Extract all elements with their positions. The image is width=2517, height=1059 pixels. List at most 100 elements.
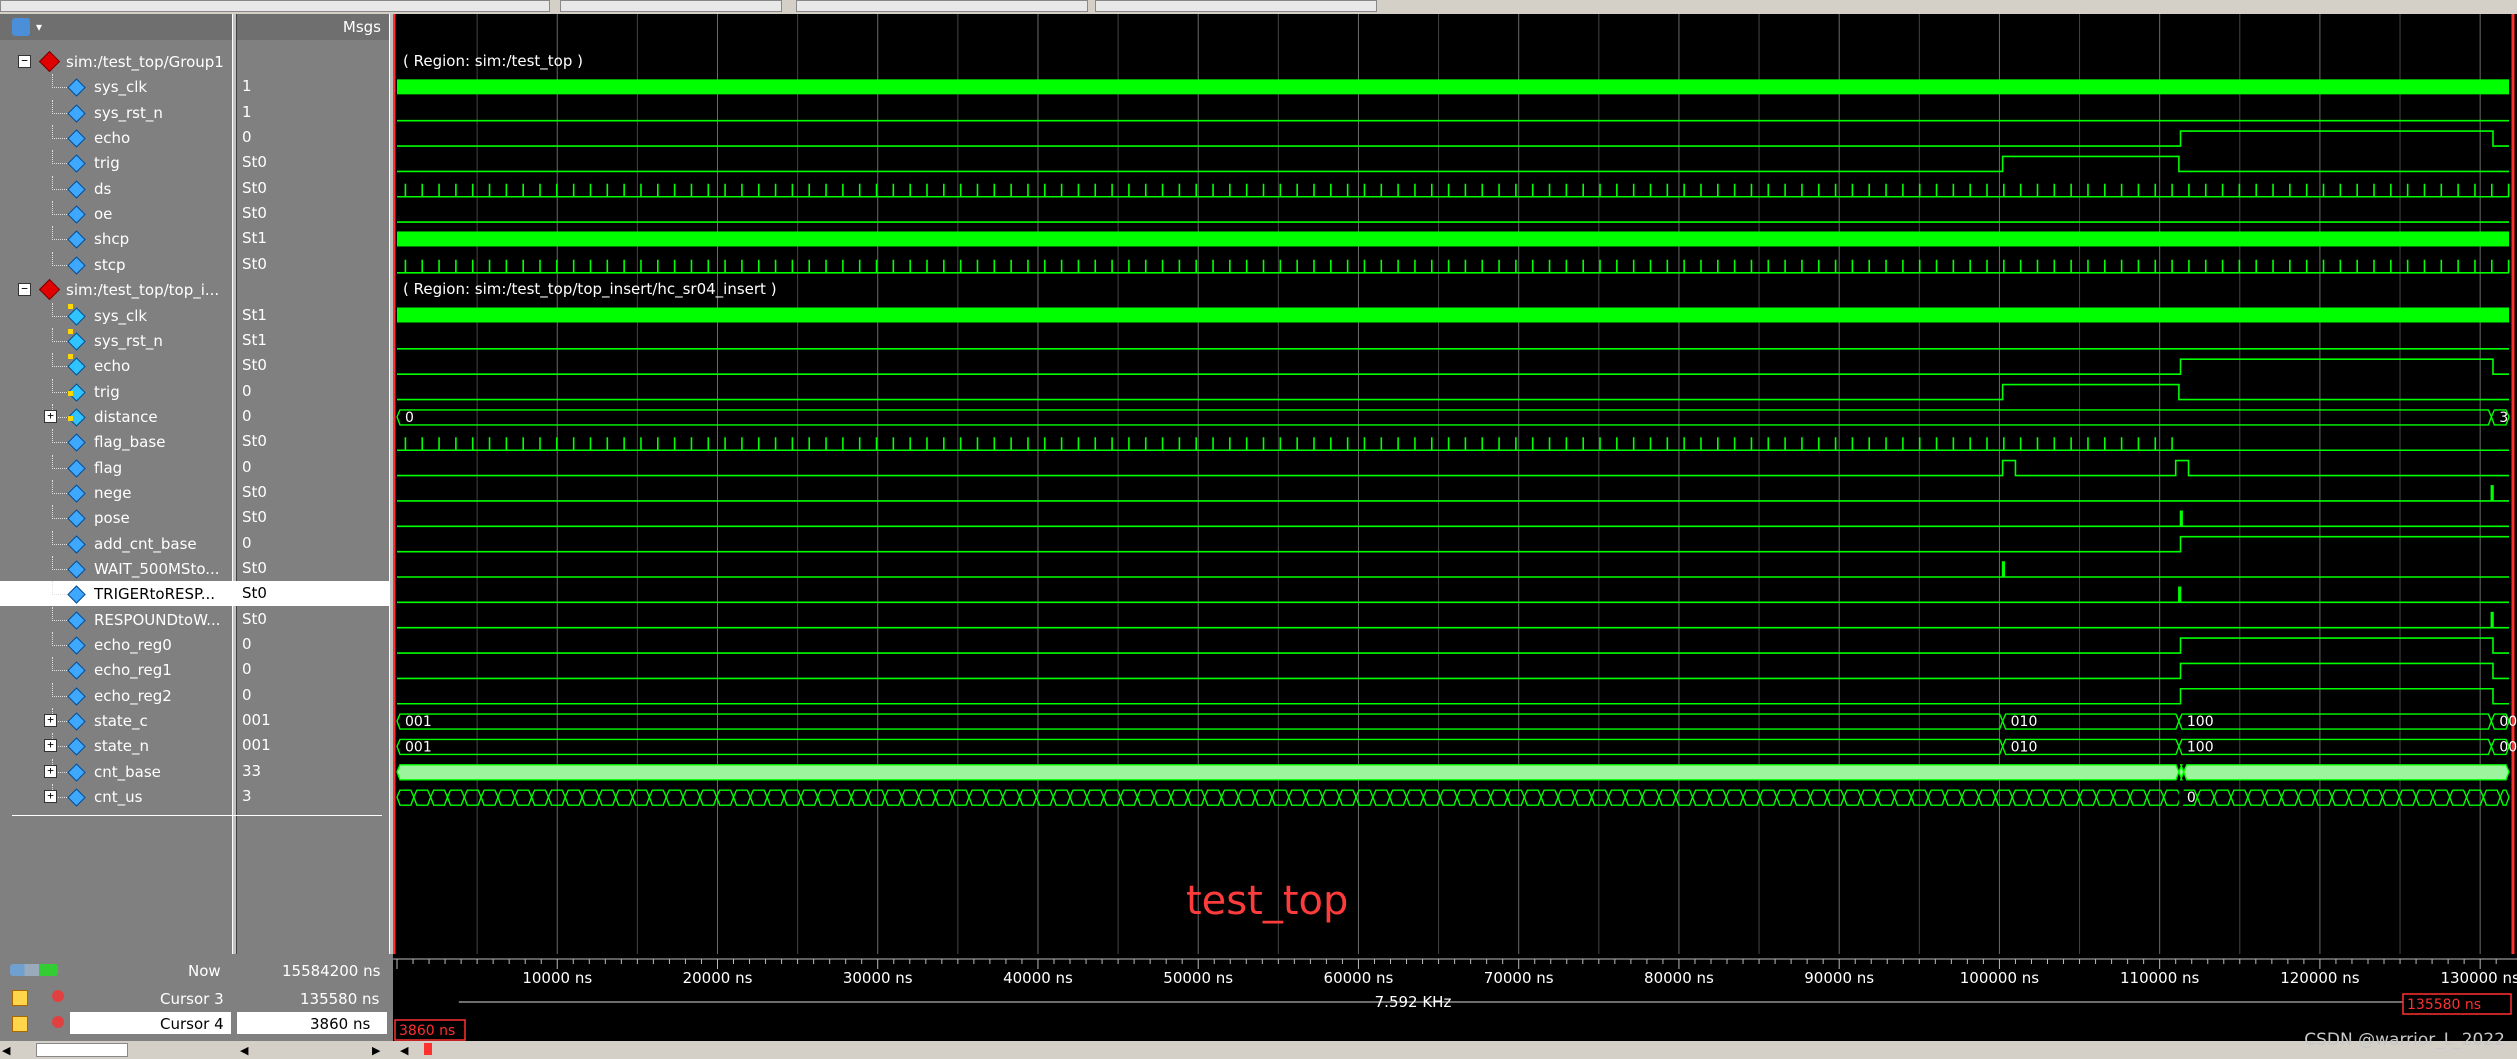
scroll-left-arrow[interactable]: ◀ xyxy=(240,1044,248,1057)
signal-value: St0 xyxy=(242,356,267,375)
expand-icon[interactable]: + xyxy=(44,790,57,804)
toolbar-icons[interactable] xyxy=(10,964,58,976)
cursor3-value[interactable]: 135580 ns xyxy=(300,990,379,1008)
overlay-annotation: test_top xyxy=(1186,878,1348,924)
signal-row[interactable]: + distance xyxy=(0,403,236,429)
signal-row[interactable]: echo_reg2 xyxy=(0,682,236,708)
cnt-us-waveform xyxy=(514,789,533,806)
scrollbar-thumb[interactable] xyxy=(424,1043,432,1055)
scrollbar-strip[interactable]: ◀ ◀ ▶ ◀ xyxy=(0,1041,2517,1059)
signal-row[interactable]: trig xyxy=(0,150,236,175)
signal-group-row[interactable]: − sim:/test_top/Group1 xyxy=(0,49,236,74)
signal-row[interactable]: oe xyxy=(0,201,236,226)
bus-value-label: 001 xyxy=(2499,739,2517,755)
chevron-down-icon[interactable]: ▾ xyxy=(36,14,42,40)
signal-row[interactable]: + state_n xyxy=(0,733,236,758)
cnt-us-waveform xyxy=(1271,789,1290,806)
signal-row[interactable]: WAIT_500MSto... xyxy=(0,556,236,581)
cnt-us-waveform xyxy=(2398,789,2417,806)
waveform-area[interactable]: ( Region: sim:/test_top ) ( Region: sim:/… xyxy=(393,14,2517,954)
signal-row[interactable]: stcp xyxy=(0,251,236,277)
signal-row[interactable]: sys_clk xyxy=(0,74,236,99)
ds-waveform xyxy=(397,183,2510,198)
signal-value: St0 xyxy=(242,178,267,197)
cnt-us-waveform xyxy=(1187,789,1206,806)
cursor4-value[interactable]: 3860 ns xyxy=(310,1015,370,1033)
cursor-remove-icon[interactable] xyxy=(52,1016,64,1028)
cnt-us-waveform xyxy=(682,789,701,806)
watermark-text: CSDN @warrior_L_2022 xyxy=(2304,1030,2505,1050)
signal-row[interactable]: sys_clk xyxy=(0,302,236,328)
signal-row[interactable]: RESPOUNDtoW... xyxy=(0,606,236,632)
scroll-left-arrow[interactable]: ◀ xyxy=(400,1044,408,1057)
cnt-us-waveform xyxy=(1994,789,2014,806)
signal-row[interactable]: + cnt_us xyxy=(0,784,236,809)
signal-row[interactable]: add_cnt_base xyxy=(0,530,236,556)
signal-label: distance xyxy=(94,407,158,426)
cursor-remove-icon[interactable] xyxy=(52,990,64,1002)
cnt-us-waveform xyxy=(1119,789,1139,806)
tree-connector xyxy=(52,581,69,596)
scrollbar-thumb[interactable] xyxy=(36,1043,128,1057)
signal-row[interactable]: pose xyxy=(0,505,236,530)
signal-row[interactable]: nege xyxy=(0,479,236,505)
cnt-us-waveform xyxy=(1876,789,1896,806)
tree-connector xyxy=(52,657,69,672)
signal-row[interactable]: ds xyxy=(0,175,236,201)
signal-value: 0 xyxy=(242,457,252,476)
signal-row[interactable]: sys_rst_n xyxy=(0,99,236,125)
signal-group-row[interactable]: − sim:/test_top/top_i... xyxy=(0,277,236,302)
tree-connector xyxy=(52,302,69,317)
signal-row[interactable]: echo xyxy=(0,125,236,150)
cnt-us-waveform xyxy=(783,789,802,806)
bus-value-label: 100 xyxy=(2187,714,2214,730)
signal-row[interactable]: sys_rst_n xyxy=(0,327,236,353)
scroll-left-arrow[interactable]: ◀ xyxy=(2,1044,10,1057)
signal-label: state_n xyxy=(94,737,150,756)
signal-value: 001 xyxy=(242,736,271,755)
signal-row[interactable]: + cnt_base xyxy=(0,758,236,784)
tree-connector xyxy=(52,454,69,469)
signal-row[interactable]: flag_base xyxy=(0,429,236,454)
signal-row[interactable]: shcp xyxy=(0,226,236,251)
signal-row[interactable]: echo xyxy=(0,353,236,378)
ruler-tick-label: 110000 ns xyxy=(2120,969,2200,987)
cnt-us-waveform xyxy=(1641,789,1660,806)
collapse-icon[interactable]: − xyxy=(18,55,31,68)
scroll-right-arrow[interactable]: ▶ xyxy=(372,1044,380,1057)
ruler-tick-label: 100000 ns xyxy=(1960,969,2040,987)
ruler-tick-label: 80000 ns xyxy=(1644,969,1714,987)
name-column-header[interactable]: ▾ xyxy=(0,14,236,40)
waveform-canvas[interactable]: ( Region: sim:/test_top ) ( Region: sim:/… xyxy=(393,14,2517,954)
signal-row[interactable]: + state_c xyxy=(0,708,236,733)
signal-label: sys_rst_n xyxy=(94,103,163,122)
signal-row[interactable]: echo_reg0 xyxy=(0,632,236,657)
cursor3-label[interactable]: Cursor 3 xyxy=(160,990,224,1008)
cnt-us-waveform xyxy=(1792,789,1812,806)
msgs-column-header[interactable]: Msgs xyxy=(236,14,389,40)
collapse-icon[interactable]: − xyxy=(18,283,31,297)
expand-icon[interactable]: + xyxy=(44,739,57,753)
cnt-us-waveform xyxy=(1927,789,1946,806)
lock-icon[interactable] xyxy=(12,990,28,1006)
expand-icon[interactable]: + xyxy=(44,764,57,778)
cnt-us-waveform xyxy=(2381,789,2400,806)
tree-connector xyxy=(52,429,69,444)
signal-row[interactable]: TRIGERtoRESP... xyxy=(0,581,236,607)
signal-row[interactable]: trig xyxy=(0,378,236,404)
bus-gap xyxy=(2178,788,2184,806)
expand-icon[interactable]: + xyxy=(44,409,57,423)
expand-icon[interactable]: + xyxy=(44,714,57,728)
timeline-ruler-canvas[interactable]: 10000 ns 20000 ns 30000 ns 40000 ns 50000 ns… xyxy=(393,954,2517,1041)
cursor4-label[interactable]: Cursor 4 xyxy=(160,1015,224,1033)
ruler-tick-label: 30000 ns xyxy=(843,969,913,987)
bus-value-label: 001 xyxy=(405,739,432,755)
signal-row[interactable]: echo_reg1 xyxy=(0,657,236,682)
cnt-us-waveform xyxy=(1961,789,1980,806)
wave-toolbar-icon[interactable] xyxy=(12,18,30,36)
lock-icon[interactable] xyxy=(12,1016,28,1032)
cnt-us-waveform xyxy=(497,789,516,806)
tree-connector xyxy=(52,682,69,697)
timeline-ruler[interactable]: 10000 ns 20000 ns 30000 ns 40000 ns 50000 ns… xyxy=(393,954,2517,1041)
signal-row[interactable]: flag xyxy=(0,454,236,480)
